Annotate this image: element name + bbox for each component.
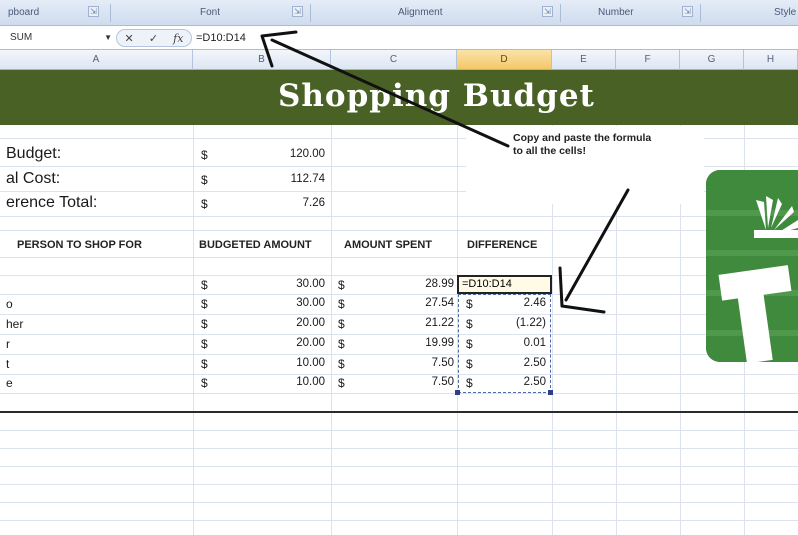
- range-handle[interactable]: [455, 390, 460, 395]
- number-group-label: Number: [598, 7, 634, 18]
- row-currency: $: [201, 376, 208, 390]
- fill-handle[interactable]: [548, 390, 553, 395]
- row-person: her: [6, 317, 24, 331]
- row-person: t: [6, 357, 10, 371]
- column-header-e[interactable]: E: [552, 50, 616, 70]
- summary-value-cost: 112.74: [290, 173, 325, 185]
- header-budgeted: BUDGETED AMOUNT: [199, 239, 312, 251]
- row-budgeted: 20.00: [296, 317, 325, 329]
- formula-input[interactable]: =D10:D14: [196, 29, 246, 47]
- row-currency: $: [338, 317, 345, 331]
- callout-line-1: Copy and paste the formula: [513, 132, 652, 144]
- style-group-label: Style: [774, 7, 797, 18]
- alignment-launcher-icon[interactable]: ⇲: [542, 6, 553, 17]
- row-currency: $: [201, 278, 208, 292]
- column-header-b[interactable]: B: [193, 50, 331, 70]
- enter-icon[interactable]: ✓: [149, 32, 158, 45]
- chevron-down-icon[interactable]: ▼: [104, 29, 112, 47]
- summary-currency: $: [201, 173, 208, 187]
- row-currency: $: [338, 278, 345, 292]
- insert-function-icon[interactable]: fx: [173, 32, 183, 45]
- font-launcher-icon[interactable]: ⇲: [292, 6, 303, 17]
- worksheet-grid[interactable]: Shopping Budget Budget: $ 120.00 al Cost…: [0, 70, 798, 535]
- ribbon-group-style: Style: [700, 0, 798, 26]
- row-currency: $: [338, 357, 345, 371]
- row-currency: $: [201, 357, 208, 371]
- summary-label-cost: al Cost:: [6, 170, 61, 187]
- clipboard-launcher-icon[interactable]: ⇲: [88, 6, 99, 17]
- column-header-c[interactable]: C: [331, 50, 457, 70]
- ribbon-group-font: Font ⇲: [110, 0, 310, 26]
- summary-label-budget: Budget:: [6, 145, 62, 162]
- name-box[interactable]: SUM ▼: [4, 29, 114, 47]
- clipboard-group-label: pboard: [8, 7, 40, 18]
- column-header-d[interactable]: D: [457, 50, 552, 70]
- row-budgeted: 10.00: [296, 357, 325, 369]
- row-budgeted: 30.00: [296, 297, 325, 309]
- column-header-h[interactable]: H: [744, 50, 798, 70]
- header-person: PERSON TO SHOP FOR: [17, 239, 142, 251]
- summary-currency: $: [201, 197, 208, 211]
- alignment-group-label: Alignment: [398, 7, 443, 18]
- font-group-label: Font: [200, 7, 221, 18]
- row-spent: 19.99: [425, 337, 454, 349]
- row-spent: 28.99: [425, 278, 454, 290]
- ribbon-group-number: Number ⇲: [560, 0, 700, 26]
- name-box-value: SUM: [10, 32, 33, 43]
- row-budgeted: 20.00: [296, 337, 325, 349]
- sheet-title: Shopping Budget: [278, 78, 595, 114]
- row-currency: $: [338, 297, 345, 311]
- summary-value-budget: 120.00: [289, 148, 325, 160]
- row-budgeted: 30.00: [296, 278, 325, 290]
- table-bottom-border: [0, 411, 798, 413]
- copy-range-selection[interactable]: [458, 294, 551, 393]
- logo-graphic: [706, 170, 798, 362]
- summary-currency: $: [201, 148, 208, 162]
- instruction-callout-text: Copy and paste the formula to all the ce…: [513, 132, 703, 158]
- row-spent: 7.50: [431, 357, 454, 369]
- row-budgeted: 10.00: [296, 376, 325, 388]
- column-header-g[interactable]: G: [680, 50, 744, 70]
- logo-image: [706, 170, 798, 362]
- row-spent: 7.50: [431, 376, 454, 388]
- formula-buttons: ✕ ✓ fx: [116, 29, 192, 47]
- row-currency: $: [338, 337, 345, 351]
- row-currency: $: [338, 376, 345, 390]
- cancel-icon[interactable]: ✕: [125, 32, 134, 45]
- row-spent: 21.22: [425, 317, 454, 329]
- formula-bar: SUM ▼ ✕ ✓ fx =D10:D14: [0, 26, 798, 50]
- row-currency: $: [201, 337, 208, 351]
- ribbon-group-labels: pboard ⇲ Font ⇲ Alignment ⇲ Number ⇲ Sty…: [0, 0, 798, 26]
- summary-value-difference: 7.26: [302, 197, 325, 209]
- column-header-a[interactable]: A: [0, 50, 193, 70]
- callout-line-2: to all the cells!: [513, 145, 586, 157]
- active-cell-d10[interactable]: =D10:D14: [457, 275, 552, 294]
- row-spent: 27.54: [425, 297, 454, 309]
- ribbon-group-alignment: Alignment ⇲: [310, 0, 560, 26]
- row-person: e: [6, 376, 13, 390]
- row-currency: $: [201, 297, 208, 311]
- row-person: r: [6, 337, 10, 351]
- header-difference: DIFFERENCE: [467, 239, 538, 251]
- number-launcher-icon[interactable]: ⇲: [682, 6, 693, 17]
- column-header-f[interactable]: F: [616, 50, 680, 70]
- summary-label-difference: erence Total:: [6, 194, 98, 211]
- ribbon-group-clipboard: pboard ⇲: [0, 0, 110, 26]
- row-currency: $: [201, 317, 208, 331]
- header-spent: AMOUNT SPENT: [344, 239, 432, 251]
- row-person: o: [6, 297, 13, 311]
